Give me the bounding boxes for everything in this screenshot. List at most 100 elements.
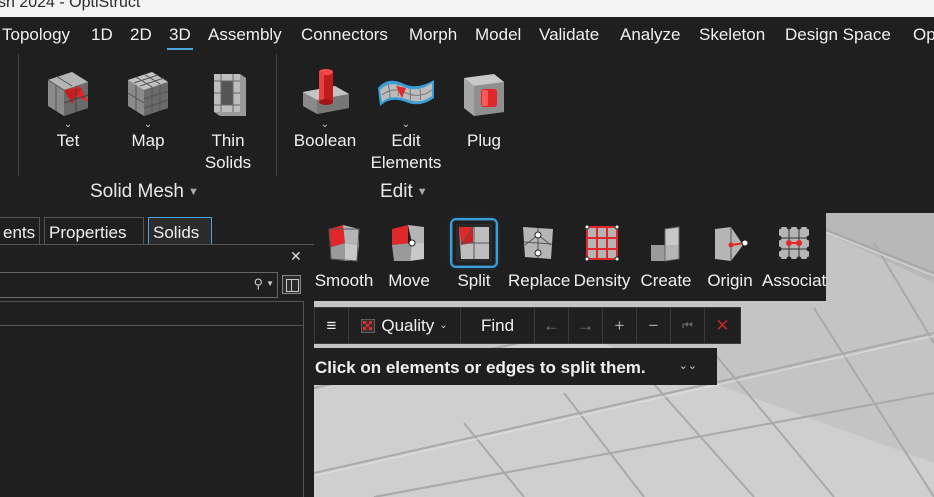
add-icon[interactable]: + [603,308,637,343]
next-icon[interactable]: → [569,308,603,343]
search-box: ⚲ ▼ [0,272,278,298]
chevron-down-icon[interactable]: ⌄ [40,120,96,130]
density-tool[interactable]: Density [572,221,632,291]
menu-connectors[interactable]: Connectors [301,25,388,45]
chevron-down-icon[interactable]: ⌄ [292,120,358,130]
ribbon-separator [276,54,277,176]
origin-icon [709,221,751,265]
status-hint: Click on elements or edges to split them… [314,348,717,385]
menu-1d[interactable]: 1D [91,25,113,45]
smooth-tool[interactable]: Smooth [314,221,374,291]
previous-icon[interactable]: ← [535,308,569,343]
map-label: Map [131,131,165,150]
thin-solids-icon [202,68,254,120]
window-title: sh 2024 - OptiStruct [0,0,141,11]
quality-label: Quality [381,315,435,335]
chevron-down-icon[interactable]: ▼ [266,279,274,288]
move-icon [388,221,430,265]
menu-icon[interactable]: ≡ [315,308,349,343]
tet-label: Tet [56,131,80,150]
menu-skeleton[interactable]: Skeleton [699,25,765,45]
density-icon [581,221,623,265]
chevron-down-icon[interactable]: ⌄ [368,120,444,130]
search-icon[interactable]: ⚲ [253,276,263,292]
search-input[interactable] [5,276,235,294]
replace-tool[interactable]: Replace [508,221,571,291]
column-settings-icon[interactable] [282,275,301,294]
list-header [0,301,304,326]
associate-icon [773,221,815,265]
create-label: Create [640,271,692,290]
boolean-icon [299,68,351,120]
solid-mesh-group-label[interactable]: Solid Mesh ▼ [90,181,199,203]
thin-solids-tool[interactable]: Thin Solids [200,68,256,174]
menu-bar: Topology 1D 2D 3D Assembly Connectors Mo… [0,17,934,54]
tab-properties[interactable]: Properties [44,217,144,244]
menu-analyze[interactable]: Analyze [620,25,680,45]
chevron-down-icon[interactable]: ⌄ [120,120,176,130]
replace-label: Replace [508,271,571,290]
ribbon: ⌄ Tet ⌄ Map Thin Solids Solid Mesh ▼ ⌄ B… [0,54,934,213]
plug-label: Plug [466,131,502,150]
expand-icon[interactable]: ⌄⌄ [679,359,697,372]
replace-icon [517,221,559,265]
plug-icon [458,68,510,120]
entity-list[interactable] [0,325,304,497]
hint-text: Click on elements or edges to split them… [315,358,646,377]
associate-tool[interactable]: Associat [762,221,826,291]
thin-label: Thin [211,131,245,150]
tet-mesh-icon [42,68,94,120]
edit-group-label[interactable]: Edit ▼ [380,181,428,203]
menu-morph[interactable]: Morph [409,25,457,45]
find-button[interactable]: Find [461,308,535,343]
reset-icon[interactable]: ⏮ [671,308,705,343]
split-label: Split [457,271,491,290]
map-tool[interactable]: ⌄ Map [120,68,176,152]
solids-label: Solids [204,153,252,172]
close-icon[interactable]: ✕ [290,248,302,265]
title-bar: sh 2024 - OptiStruct [0,0,934,17]
map-mesh-icon [122,68,174,120]
split-tool[interactable]: Split [444,218,504,291]
selection-toolbar: ≡ Quality ⌄ Find ← → + − ⏮ ✕ [314,307,741,344]
edit-elements-tool[interactable]: ⌄ Edit Elements [368,68,444,174]
chevron-down-icon: ▼ [188,185,199,198]
move-tool[interactable]: Move [379,221,439,291]
clear-icon[interactable]: ✕ [705,308,740,343]
origin-tool[interactable]: Origin [700,221,760,291]
edit-elements-icon [374,68,438,120]
menu-3d[interactable]: 3D [167,25,193,50]
chevron-down-icon: ⌄ [439,320,448,331]
menu-op[interactable]: Op [913,25,934,45]
plug-tool[interactable]: Plug [456,68,512,152]
origin-label: Origin [707,271,753,290]
associate-label: Associat [762,271,826,290]
smooth-icon [323,221,365,265]
create-tool[interactable]: Create [636,221,696,291]
edit-label: Edit [391,131,421,150]
edit-elements-toolbar: Smooth Move Split Replace Density Create… [314,213,826,301]
model-browser: ents Properties Solids ✕ ⚲ ▼ [0,213,314,497]
density-label: Density [573,271,631,290]
menu-model[interactable]: Model [475,25,521,45]
menu-2d[interactable]: 2D [130,25,152,45]
menu-design-space[interactable]: Design Space [785,25,891,45]
menu-validate[interactable]: Validate [539,25,599,45]
quality-dropdown[interactable]: Quality ⌄ [349,308,461,343]
chevron-down-icon: ▼ [416,185,428,198]
tab-components[interactable]: ents [0,217,40,244]
boolean-label: Boolean [293,131,357,150]
remove-icon[interactable]: − [637,308,671,343]
menu-topology[interactable]: Topology [2,25,70,45]
elements-label: Elements [370,153,442,172]
create-icon [645,221,687,265]
smooth-label: Smooth [314,271,374,290]
boolean-tool[interactable]: ⌄ Boolean [292,68,358,152]
menu-assembly[interactable]: Assembly [208,25,282,45]
tab-solids[interactable]: Solids [148,217,212,244]
split-icon [450,218,498,268]
tab-divider [0,244,314,245]
tet-tool[interactable]: ⌄ Tet [40,68,96,152]
ribbon-separator [18,54,19,176]
move-label: Move [388,271,430,290]
